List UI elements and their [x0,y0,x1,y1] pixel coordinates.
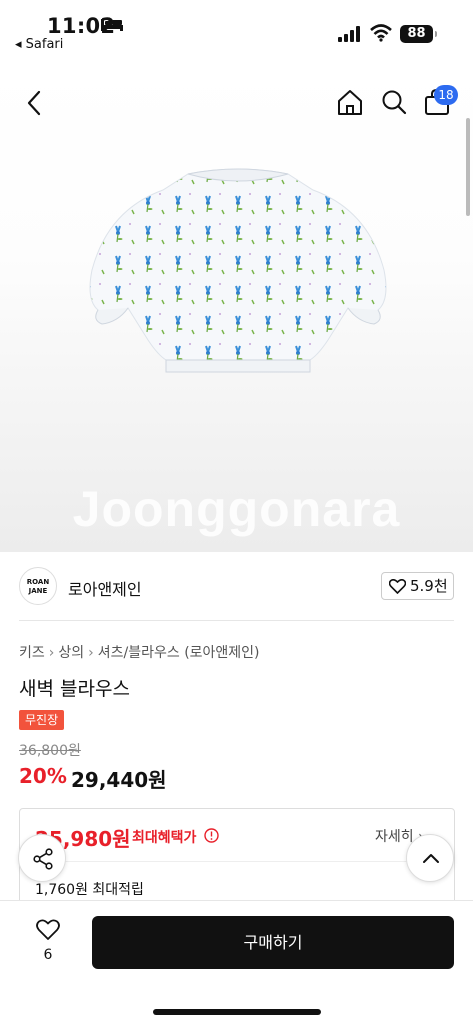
cart-count-badge: 18 [434,85,458,105]
chevron-right-icon: › [88,645,94,661]
max-benefit-label: 최대혜택가 [132,830,197,846]
back-arrow-icon[interactable] [22,88,48,118]
promo-tag: 무진장 [19,710,65,730]
battery-indicator: 88 [400,25,437,43]
product-title: 새벽 블라우스 [19,678,130,700]
share-button[interactable] [18,834,66,882]
status-bar: 11:02 ◂ Safari 88 [0,0,473,60]
watermark-text: Joonggonara [72,481,401,537]
breadcrumb-item-shirts[interactable]: 셔츠/블라우스 (로아앤제인) [98,645,260,661]
wishlist-heart-icon[interactable] [36,919,60,941]
sleep-focus-icon [101,19,123,31]
seller-like-count: 5.9천 [410,577,448,595]
discount-rate: 20% [19,764,67,788]
divider [35,861,439,862]
info-icon[interactable] [204,828,219,843]
sale-price: 29,440원 [71,768,167,792]
seller-name[interactable]: 로아앤제인 [68,576,142,600]
divider [19,620,454,621]
buy-button[interactable]: 구매하기 [92,916,454,969]
chevron-right-icon: › [48,645,55,661]
home-icon[interactable] [336,88,364,116]
scrollbar[interactable] [466,118,470,216]
max-points-text: 1,760원 최대적립 [35,882,144,898]
back-to-safari[interactable]: ◂ Safari [15,37,63,52]
share-icon [33,848,53,870]
wishlist-count: 6 [43,947,53,963]
wifi-icon [370,24,392,42]
original-price: 36,800원 [19,743,81,759]
cellular-signal-icon [338,26,360,42]
seller-like-button[interactable]: 5.9천 [381,572,454,600]
heart-icon [389,579,406,594]
blouse-product-image [89,168,387,373]
seller-logo[interactable]: ROAN JANE [19,567,57,605]
search-icon[interactable] [380,88,408,116]
chevron-up-icon [423,854,439,863]
breadcrumb: 키즈 › 상의 › 셔츠/블라우스 (로아앤제인) [19,642,260,662]
breadcrumb-item-kids[interactable]: 키즈 [19,645,45,661]
home-indicator [153,1009,321,1015]
breadcrumb-item-tops[interactable]: 상의 [58,645,84,661]
scroll-to-top-button[interactable] [406,834,454,882]
